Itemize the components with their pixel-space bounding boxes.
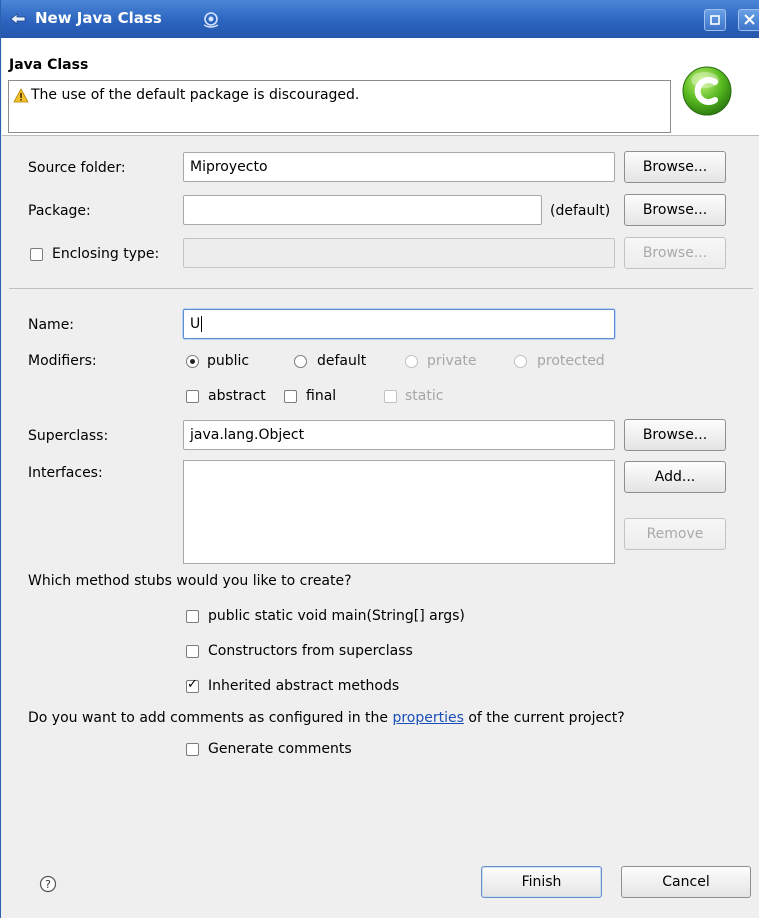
dialog-header: Java Class The use of the default packag… bbox=[2, 38, 759, 136]
window-title: New Java Class bbox=[35, 9, 162, 27]
stubs-question: Which method stubs would you like to cre… bbox=[28, 573, 352, 589]
protected-radio bbox=[514, 355, 527, 368]
comments-question-start: Do you want to add comments as configure… bbox=[28, 710, 393, 726]
enclosing-type-browse-button: Browse... bbox=[624, 237, 726, 269]
comments-question: Do you want to add comments as configure… bbox=[28, 710, 625, 726]
private-label: private bbox=[427, 353, 477, 369]
enclosing-type-checkbox[interactable] bbox=[30, 248, 43, 261]
abstract-label: abstract bbox=[208, 388, 266, 404]
enclosing-type-label: Enclosing type: bbox=[52, 246, 160, 262]
pin-icon[interactable] bbox=[201, 9, 221, 29]
constructors-checkbox[interactable] bbox=[186, 645, 199, 658]
name-input[interactable]: U bbox=[183, 309, 615, 339]
finish-button[interactable]: Finish bbox=[481, 866, 602, 898]
add-interface-button[interactable]: Add... bbox=[624, 461, 726, 493]
package-label: Package: bbox=[28, 203, 91, 219]
name-value: U bbox=[190, 316, 201, 332]
interfaces-list[interactable] bbox=[183, 460, 615, 564]
constructors-label: Constructors from superclass bbox=[208, 643, 413, 659]
modifiers-label: Modifiers: bbox=[28, 353, 97, 369]
abstract-checkbox[interactable] bbox=[186, 390, 199, 403]
inherited-methods-label: Inherited abstract methods bbox=[208, 678, 400, 694]
help-icon[interactable]: ? bbox=[39, 875, 57, 893]
svg-text:?: ? bbox=[45, 878, 51, 891]
generate-comments-label: Generate comments bbox=[208, 741, 352, 757]
static-label: static bbox=[405, 388, 444, 404]
java-class-logo-icon bbox=[682, 66, 732, 116]
warning-icon bbox=[13, 88, 29, 103]
final-label: final bbox=[306, 388, 337, 404]
default-label: default bbox=[317, 353, 367, 369]
package-default-hint: (default) bbox=[550, 203, 611, 219]
superclass-label: Superclass: bbox=[28, 428, 109, 444]
main-method-checkbox[interactable] bbox=[186, 610, 199, 623]
maximize-button[interactable] bbox=[704, 9, 726, 31]
package-browse-button[interactable]: Browse... bbox=[624, 194, 726, 226]
final-checkbox[interactable] bbox=[284, 390, 297, 403]
main-method-label: public static void main(String[] args) bbox=[208, 608, 465, 624]
superclass-browse-button[interactable]: Browse... bbox=[624, 419, 726, 451]
private-radio bbox=[405, 355, 418, 368]
interfaces-label: Interfaces: bbox=[28, 465, 103, 481]
close-icon bbox=[744, 14, 755, 25]
source-folder-browse-button[interactable]: Browse... bbox=[624, 151, 726, 183]
separator bbox=[9, 288, 753, 289]
cancel-button[interactable]: Cancel bbox=[621, 866, 751, 898]
text-caret bbox=[201, 316, 203, 332]
title-bar[interactable]: New Java Class bbox=[1, 0, 759, 38]
close-button[interactable] bbox=[738, 9, 759, 31]
superclass-input[interactable]: java.lang.Object bbox=[183, 420, 615, 450]
static-checkbox bbox=[384, 390, 397, 403]
enclosing-type-input bbox=[183, 238, 615, 268]
source-folder-input[interactable]: Miproyecto bbox=[183, 152, 615, 182]
public-radio[interactable] bbox=[186, 355, 199, 368]
package-input[interactable] bbox=[183, 195, 542, 225]
source-folder-label: Source folder: bbox=[28, 160, 126, 176]
default-radio[interactable] bbox=[294, 355, 307, 368]
maximize-icon bbox=[710, 15, 720, 25]
page-title: Java Class bbox=[9, 57, 89, 73]
new-java-class-dialog: New Java Class Java Class The use of the… bbox=[0, 0, 759, 918]
properties-link[interactable]: properties bbox=[392, 710, 463, 726]
comments-question-end: of the current project? bbox=[463, 710, 625, 726]
inherited-methods-checkbox[interactable] bbox=[186, 677, 199, 693]
warning-message: The use of the default package is discou… bbox=[31, 87, 360, 103]
protected-label: protected bbox=[537, 353, 605, 369]
remove-interface-button: Remove bbox=[624, 518, 726, 550]
back-arrow-icon bbox=[10, 13, 26, 25]
message-area: The use of the default package is discou… bbox=[8, 80, 671, 133]
name-label: Name: bbox=[28, 317, 75, 333]
generate-comments-checkbox[interactable] bbox=[186, 743, 199, 756]
public-label: public bbox=[207, 353, 250, 369]
